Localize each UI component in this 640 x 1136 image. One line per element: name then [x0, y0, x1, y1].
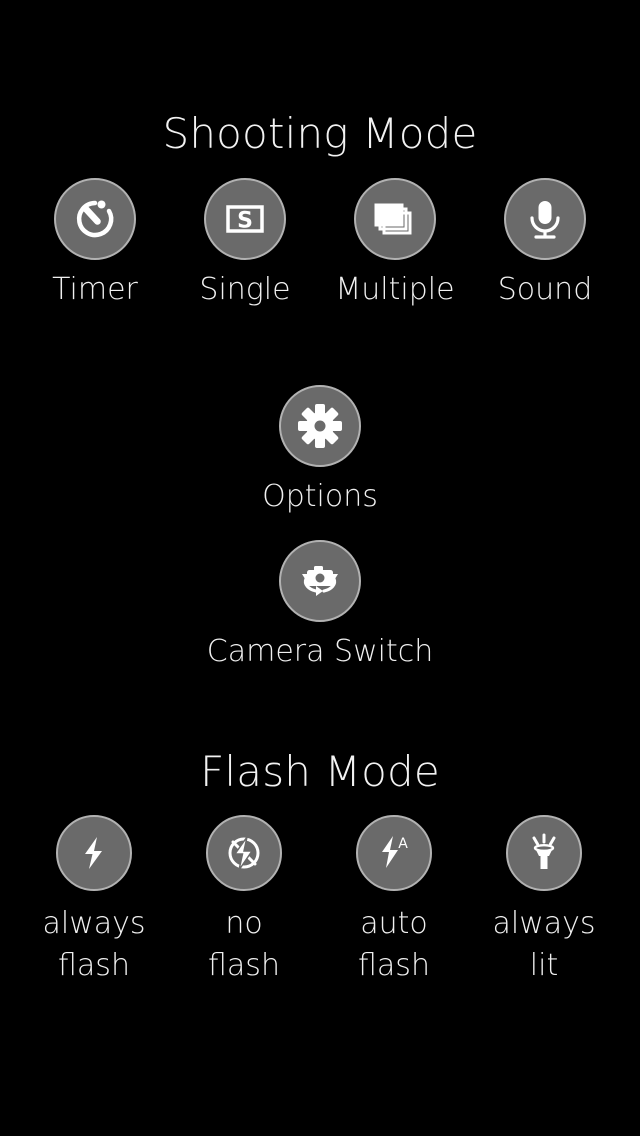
camera-switch-icon-circle[interactable]	[279, 540, 361, 622]
sound-icon-circle[interactable]	[504, 178, 586, 260]
svg-text:S: S	[237, 209, 253, 234]
flash-mode-always-lit-label: always lit	[492, 906, 596, 983]
always-lit-icon-circle[interactable]	[506, 815, 582, 891]
flash-mode-title: Flash Mode	[200, 747, 440, 796]
camera-settings-screen: Shooting Mode Timer S Single Multiple So…	[0, 0, 640, 1136]
options-label: Options	[262, 479, 378, 514]
options-icon-circle[interactable]	[279, 385, 361, 467]
shooting-mode-single-label: Single	[199, 272, 291, 307]
always-flash-icon-circle[interactable]	[56, 815, 132, 891]
options-button[interactable]: Options	[245, 385, 395, 518]
flash-mode-always-flash-button[interactable]: always flash	[19, 815, 169, 987]
flash-mode-always-flash-label: always flash	[42, 906, 146, 983]
shooting-mode-sound-button[interactable]: Sound	[470, 178, 620, 311]
shooting-mode-multiple-label: Multiple	[335, 272, 455, 307]
auto-flash-icon-circle[interactable]: A	[356, 815, 432, 891]
multiple-icon-circle[interactable]	[354, 178, 436, 260]
shooting-mode-sound-label: Sound	[497, 272, 593, 307]
camera-switch-button[interactable]: Camera Switch	[195, 540, 445, 673]
camera-switch-label: Camera Switch	[206, 634, 434, 669]
shooting-mode-timer-button[interactable]: Timer	[20, 178, 170, 311]
shooting-mode-single-button[interactable]: S Single	[170, 178, 320, 311]
flash-mode-always-lit-button[interactable]: always lit	[469, 815, 619, 987]
flash-mode-no-flash-label: no flash	[208, 906, 280, 983]
shooting-mode-timer-label: Timer	[52, 272, 138, 307]
flash-mode-auto-flash-button[interactable]: A auto flash	[319, 815, 469, 987]
flash-mode-no-flash-button[interactable]: no flash	[169, 815, 319, 987]
no-flash-icon-circle[interactable]	[206, 815, 282, 891]
shooting-mode-title: Shooting Mode	[162, 109, 478, 158]
flash-mode-auto-flash-label: auto flash	[358, 906, 430, 983]
timer-icon-circle[interactable]	[54, 178, 136, 260]
single-icon-circle[interactable]: S	[204, 178, 286, 260]
shooting-mode-multiple-button[interactable]: Multiple	[320, 178, 470, 311]
svg-text:A: A	[398, 836, 408, 852]
